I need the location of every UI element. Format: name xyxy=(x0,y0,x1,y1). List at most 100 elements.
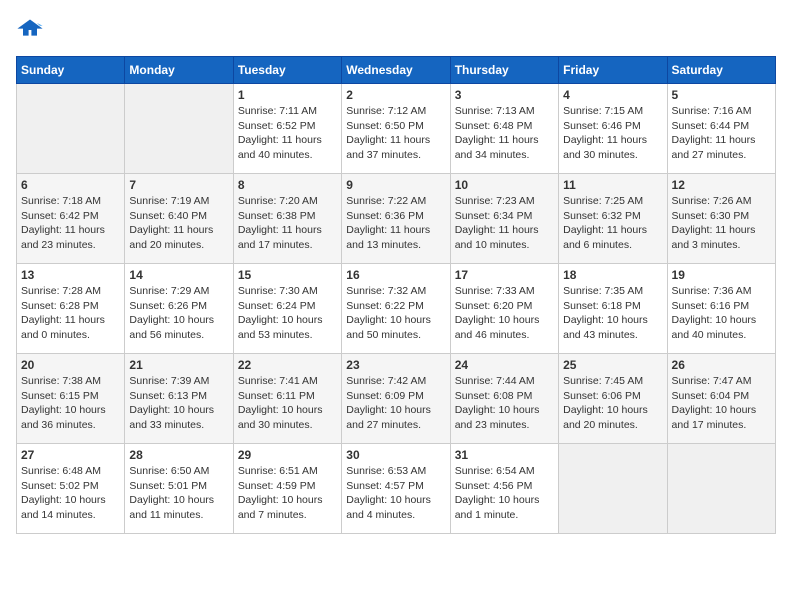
day-number: 30 xyxy=(346,448,445,462)
calendar-cell: 28 Sunrise: 6:50 AM Sunset: 5:01 PM Dayli… xyxy=(125,444,233,534)
day-detail: Sunrise: 7:36 AM Sunset: 6:16 PM Dayligh… xyxy=(672,284,771,343)
calendar-cell: 8 Sunrise: 7:20 AM Sunset: 6:38 PM Daylig… xyxy=(233,174,341,264)
day-number: 19 xyxy=(672,268,771,282)
day-detail: Sunrise: 7:33 AM Sunset: 6:20 PM Dayligh… xyxy=(455,284,554,343)
day-number: 5 xyxy=(672,88,771,102)
day-detail: Sunrise: 7:18 AM Sunset: 6:42 PM Dayligh… xyxy=(21,194,120,253)
calendar-week-5: 27 Sunrise: 6:48 AM Sunset: 5:02 PM Dayli… xyxy=(17,444,776,534)
day-number: 28 xyxy=(129,448,228,462)
weekday-header-monday: Monday xyxy=(125,57,233,84)
weekday-header-tuesday: Tuesday xyxy=(233,57,341,84)
day-number: 13 xyxy=(21,268,120,282)
day-number: 12 xyxy=(672,178,771,192)
calendar-cell: 21 Sunrise: 7:39 AM Sunset: 6:13 PM Dayli… xyxy=(125,354,233,444)
day-detail: Sunrise: 7:30 AM Sunset: 6:24 PM Dayligh… xyxy=(238,284,337,343)
calendar-cell: 25 Sunrise: 7:45 AM Sunset: 6:06 PM Dayli… xyxy=(559,354,667,444)
calendar-cell: 1 Sunrise: 7:11 AM Sunset: 6:52 PM Daylig… xyxy=(233,84,341,174)
calendar-cell xyxy=(125,84,233,174)
day-number: 6 xyxy=(21,178,120,192)
calendar-cell xyxy=(559,444,667,534)
day-detail: Sunrise: 7:39 AM Sunset: 6:13 PM Dayligh… xyxy=(129,374,228,433)
day-number: 14 xyxy=(129,268,228,282)
day-number: 9 xyxy=(346,178,445,192)
calendar-cell: 14Sunrise: 7:29 AM Sunset: 6:26 PM Dayli… xyxy=(125,264,233,354)
day-number: 23 xyxy=(346,358,445,372)
calendar-week-4: 20 Sunrise: 7:38 AM Sunset: 6:15 PM Dayli… xyxy=(17,354,776,444)
day-number: 22 xyxy=(238,358,337,372)
day-number: 21 xyxy=(129,358,228,372)
day-detail: Sunrise: 7:20 AM Sunset: 6:38 PM Dayligh… xyxy=(238,194,337,253)
logo xyxy=(16,16,48,44)
calendar-cell: 4 Sunrise: 7:15 AM Sunset: 6:46 PM Daylig… xyxy=(559,84,667,174)
weekday-header-wednesday: Wednesday xyxy=(342,57,450,84)
day-number: 7 xyxy=(129,178,228,192)
calendar-cell: 9 Sunrise: 7:22 AM Sunset: 6:36 PM Daylig… xyxy=(342,174,450,264)
day-detail: Sunrise: 7:38 AM Sunset: 6:15 PM Dayligh… xyxy=(21,374,120,433)
day-detail: Sunrise: 6:48 AM Sunset: 5:02 PM Dayligh… xyxy=(21,464,120,523)
day-number: 8 xyxy=(238,178,337,192)
day-number: 18 xyxy=(563,268,662,282)
day-detail: Sunrise: 7:22 AM Sunset: 6:36 PM Dayligh… xyxy=(346,194,445,253)
day-detail: Sunrise: 7:12 AM Sunset: 6:50 PM Dayligh… xyxy=(346,104,445,163)
logo-bird-icon xyxy=(16,16,44,44)
calendar-cell: 6 Sunrise: 7:18 AM Sunset: 6:42 PM Daylig… xyxy=(17,174,125,264)
day-detail: Sunrise: 7:32 AM Sunset: 6:22 PM Dayligh… xyxy=(346,284,445,343)
calendar-cell: 2 Sunrise: 7:12 AM Sunset: 6:50 PM Daylig… xyxy=(342,84,450,174)
day-detail: Sunrise: 7:19 AM Sunset: 6:40 PM Dayligh… xyxy=(129,194,228,253)
calendar-cell: 11 Sunrise: 7:25 AM Sunset: 6:32 PM Dayli… xyxy=(559,174,667,264)
calendar-cell: 7 Sunrise: 7:19 AM Sunset: 6:40 PM Daylig… xyxy=(125,174,233,264)
day-detail: Sunrise: 7:26 AM Sunset: 6:30 PM Dayligh… xyxy=(672,194,771,253)
calendar-cell: 18 Sunrise: 7:35 AM Sunset: 6:18 PM Dayli… xyxy=(559,264,667,354)
day-number: 2 xyxy=(346,88,445,102)
calendar-cell: 5Sunrise: 7:16 AM Sunset: 6:44 PM Daylig… xyxy=(667,84,775,174)
day-number: 4 xyxy=(563,88,662,102)
day-number: 27 xyxy=(21,448,120,462)
calendar-cell: 30 Sunrise: 6:53 AM Sunset: 4:57 PM Dayli… xyxy=(342,444,450,534)
day-detail: Sunrise: 7:23 AM Sunset: 6:34 PM Dayligh… xyxy=(455,194,554,253)
calendar-week-1: 1 Sunrise: 7:11 AM Sunset: 6:52 PM Daylig… xyxy=(17,84,776,174)
calendar-cell: 29Sunrise: 6:51 AM Sunset: 4:59 PM Dayli… xyxy=(233,444,341,534)
day-number: 26 xyxy=(672,358,771,372)
day-number: 17 xyxy=(455,268,554,282)
weekday-header-thursday: Thursday xyxy=(450,57,558,84)
day-detail: Sunrise: 6:50 AM Sunset: 5:01 PM Dayligh… xyxy=(129,464,228,523)
calendar-cell: 17 Sunrise: 7:33 AM Sunset: 6:20 PM Dayli… xyxy=(450,264,558,354)
day-detail: Sunrise: 7:11 AM Sunset: 6:52 PM Dayligh… xyxy=(238,104,337,163)
day-detail: Sunrise: 7:28 AM Sunset: 6:28 PM Dayligh… xyxy=(21,284,120,343)
day-number: 15 xyxy=(238,268,337,282)
day-detail: Sunrise: 7:45 AM Sunset: 6:06 PM Dayligh… xyxy=(563,374,662,433)
day-detail: Sunrise: 7:25 AM Sunset: 6:32 PM Dayligh… xyxy=(563,194,662,253)
day-number: 16 xyxy=(346,268,445,282)
calendar-cell: 22Sunrise: 7:41 AM Sunset: 6:11 PM Dayli… xyxy=(233,354,341,444)
day-detail: Sunrise: 7:13 AM Sunset: 6:48 PM Dayligh… xyxy=(455,104,554,163)
calendar-cell: 19 Sunrise: 7:36 AM Sunset: 6:16 PM Dayli… xyxy=(667,264,775,354)
calendar-cell: 16 Sunrise: 7:32 AM Sunset: 6:22 PM Dayli… xyxy=(342,264,450,354)
day-number: 20 xyxy=(21,358,120,372)
calendar-cell: 12 Sunrise: 7:26 AM Sunset: 6:30 PM Dayli… xyxy=(667,174,775,264)
day-detail: Sunrise: 7:35 AM Sunset: 6:18 PM Dayligh… xyxy=(563,284,662,343)
day-detail: Sunrise: 6:53 AM Sunset: 4:57 PM Dayligh… xyxy=(346,464,445,523)
calendar-cell: 13 Sunrise: 7:28 AM Sunset: 6:28 PM Dayli… xyxy=(17,264,125,354)
weekday-header-saturday: Saturday xyxy=(667,57,775,84)
calendar-cell: 15 Sunrise: 7:30 AM Sunset: 6:24 PM Dayli… xyxy=(233,264,341,354)
day-number: 24 xyxy=(455,358,554,372)
calendar-cell xyxy=(17,84,125,174)
day-number: 25 xyxy=(563,358,662,372)
day-number: 31 xyxy=(455,448,554,462)
calendar-table: SundayMondayTuesdayWednesdayThursdayFrid… xyxy=(16,56,776,534)
day-detail: Sunrise: 7:44 AM Sunset: 6:08 PM Dayligh… xyxy=(455,374,554,433)
day-number: 29 xyxy=(238,448,337,462)
calendar-cell: 27 Sunrise: 6:48 AM Sunset: 5:02 PM Dayli… xyxy=(17,444,125,534)
day-number: 11 xyxy=(563,178,662,192)
calendar-cell: 20 Sunrise: 7:38 AM Sunset: 6:15 PM Dayli… xyxy=(17,354,125,444)
calendar-cell: 24 Sunrise: 7:44 AM Sunset: 6:08 PM Dayli… xyxy=(450,354,558,444)
day-number: 1 xyxy=(238,88,337,102)
calendar-cell: 26 Sunrise: 7:47 AM Sunset: 6:04 PM Dayli… xyxy=(667,354,775,444)
day-detail: Sunrise: 7:47 AM Sunset: 6:04 PM Dayligh… xyxy=(672,374,771,433)
calendar-cell xyxy=(667,444,775,534)
calendar-cell: 23Sunrise: 7:42 AM Sunset: 6:09 PM Dayli… xyxy=(342,354,450,444)
weekday-header-row: SundayMondayTuesdayWednesdayThursdayFrid… xyxy=(17,57,776,84)
calendar-week-3: 13 Sunrise: 7:28 AM Sunset: 6:28 PM Dayli… xyxy=(17,264,776,354)
weekday-header-sunday: Sunday xyxy=(17,57,125,84)
day-detail: Sunrise: 7:15 AM Sunset: 6:46 PM Dayligh… xyxy=(563,104,662,163)
